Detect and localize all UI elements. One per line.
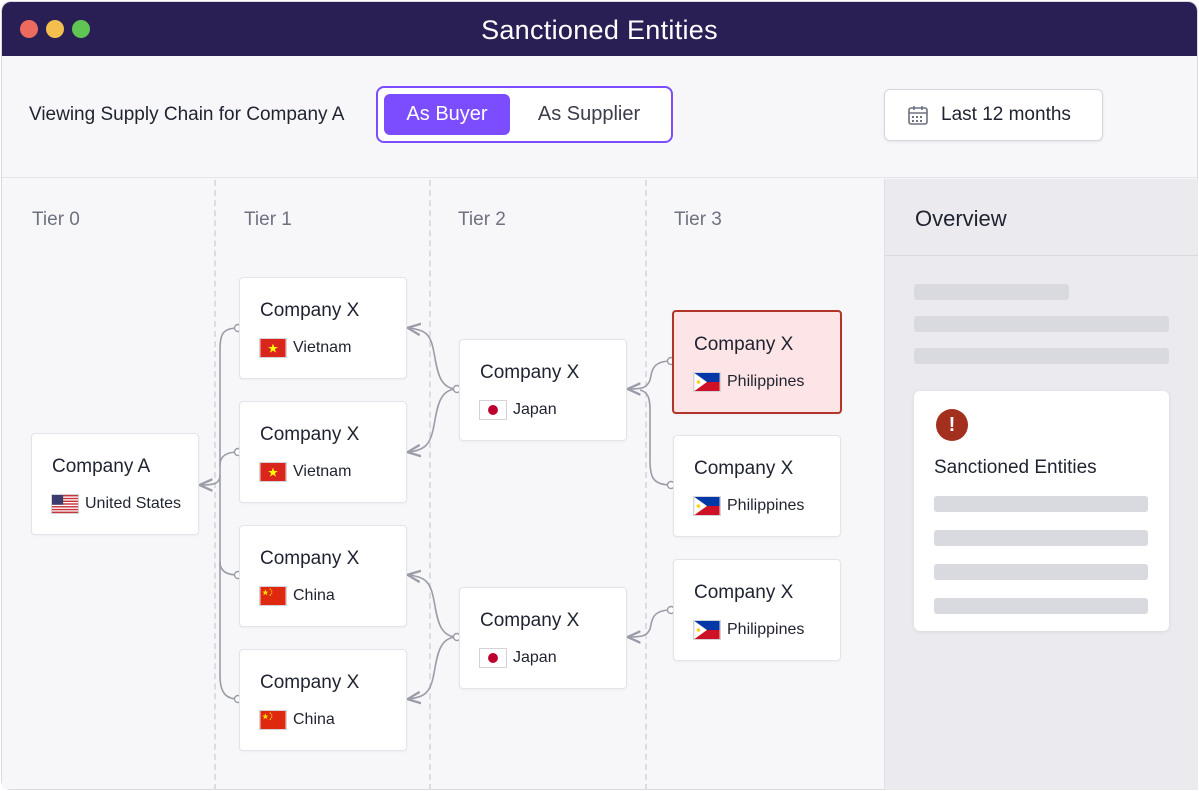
company-country: China xyxy=(259,586,335,606)
company-country: Philippines xyxy=(693,372,804,392)
china-flag-icon xyxy=(259,586,287,606)
exclamation-icon: ! xyxy=(936,409,968,441)
alert-title: Sanctioned Entities xyxy=(934,457,1097,478)
company-country: Philippines xyxy=(693,496,804,516)
japan-flag-icon xyxy=(479,400,507,420)
company-name: Company X xyxy=(260,548,360,569)
calendar-icon xyxy=(908,106,928,125)
tier-label-3: Tier 3 xyxy=(674,209,722,230)
company-card-tier2[interactable]: Company X Japan xyxy=(459,587,627,689)
philippines-flag-icon xyxy=(693,620,721,640)
company-country: Vietnam xyxy=(259,462,351,482)
philippines-flag-icon xyxy=(693,372,721,392)
company-country: Vietnam xyxy=(259,338,351,358)
skeleton-line xyxy=(934,598,1148,614)
country-name: Philippines xyxy=(727,497,805,514)
overview-title: Overview xyxy=(915,206,1007,231)
sanctioned-entities-card[interactable]: ! Sanctioned Entities xyxy=(914,391,1169,631)
window-controls xyxy=(20,20,90,38)
company-card-tier1[interactable]: Company X China xyxy=(239,525,407,627)
vietnam-flag-icon xyxy=(259,462,287,482)
country-name: Vietnam xyxy=(293,339,352,356)
tier-divider xyxy=(214,180,216,790)
country-name: Vietnam xyxy=(293,463,352,480)
company-name: Company X xyxy=(694,582,794,603)
vietnam-flag-icon xyxy=(259,338,287,358)
window-title: Sanctioned Entities xyxy=(481,14,718,45)
minimize-window-button[interactable] xyxy=(46,20,64,38)
japan-flag-icon xyxy=(479,648,507,668)
company-country: Philippines xyxy=(693,620,804,640)
tier-divider xyxy=(429,180,431,790)
tier-label-0: Tier 0 xyxy=(32,209,80,230)
as-buyer-button[interactable]: As Buyer xyxy=(384,94,510,135)
skeleton-line xyxy=(914,284,1069,300)
maximize-window-button[interactable] xyxy=(72,20,90,38)
date-range-button[interactable]: Last 12 months xyxy=(884,89,1103,141)
company-name: Company X xyxy=(480,362,580,383)
company-country: Japan xyxy=(479,400,557,420)
china-flag-icon xyxy=(259,710,287,730)
company-card-tier2[interactable]: Company X Japan xyxy=(459,339,627,441)
tier-label-2: Tier 2 xyxy=(458,209,506,230)
country-name: Philippines xyxy=(727,621,805,638)
title-bar: Sanctioned Entities xyxy=(2,2,1197,58)
company-name: Company X xyxy=(694,334,794,355)
skeleton-line xyxy=(934,530,1148,546)
skeleton-line xyxy=(934,496,1148,512)
company-country: United States xyxy=(51,494,181,514)
company-name: Company X xyxy=(260,300,360,321)
company-card-tier3[interactable]: Company X Philippines xyxy=(673,435,841,537)
viewing-label: Viewing Supply Chain for Company A xyxy=(29,104,345,125)
overview-panel: Overview ! Sanctioned Entities xyxy=(884,179,1198,790)
skeleton-line xyxy=(934,564,1148,580)
company-name: Company X xyxy=(694,458,794,479)
country-name: Philippines xyxy=(727,373,805,390)
company-card-tier1[interactable]: Company X Vietnam xyxy=(239,401,407,503)
company-name: Company X xyxy=(480,610,580,631)
company-card-tier0[interactable]: Company A United States xyxy=(31,433,199,535)
overview-header: Overview xyxy=(885,179,1198,256)
company-card-tier1[interactable]: Company X Vietnam xyxy=(239,277,407,379)
company-card-tier3[interactable]: Company X Philippines xyxy=(673,559,841,661)
philippines-flag-icon xyxy=(693,496,721,516)
skeleton-line xyxy=(914,348,1169,364)
company-name: Company X xyxy=(260,424,360,445)
close-window-button[interactable] xyxy=(20,20,38,38)
role-toggle: As Buyer As Supplier xyxy=(376,86,673,143)
company-name: Company X xyxy=(260,672,360,693)
country-name: United States xyxy=(85,495,182,512)
company-card-tier3-sanctioned[interactable]: Company X Philippines xyxy=(672,310,842,414)
company-country: China xyxy=(259,710,335,730)
country-name: Japan xyxy=(513,401,557,418)
tier-label-1: Tier 1 xyxy=(244,209,292,230)
as-supplier-button[interactable]: As Supplier xyxy=(514,94,664,135)
country-name: China xyxy=(293,711,335,728)
skeleton-line xyxy=(914,316,1169,332)
us-flag-icon xyxy=(51,494,79,514)
country-name: Japan xyxy=(513,649,557,666)
company-card-tier1[interactable]: Company X China xyxy=(239,649,407,751)
date-range-label: Last 12 months xyxy=(941,104,1071,125)
company-name: Company A xyxy=(52,456,151,477)
company-country: Japan xyxy=(479,648,557,668)
country-name: China xyxy=(293,587,335,604)
tier-divider xyxy=(645,180,647,790)
